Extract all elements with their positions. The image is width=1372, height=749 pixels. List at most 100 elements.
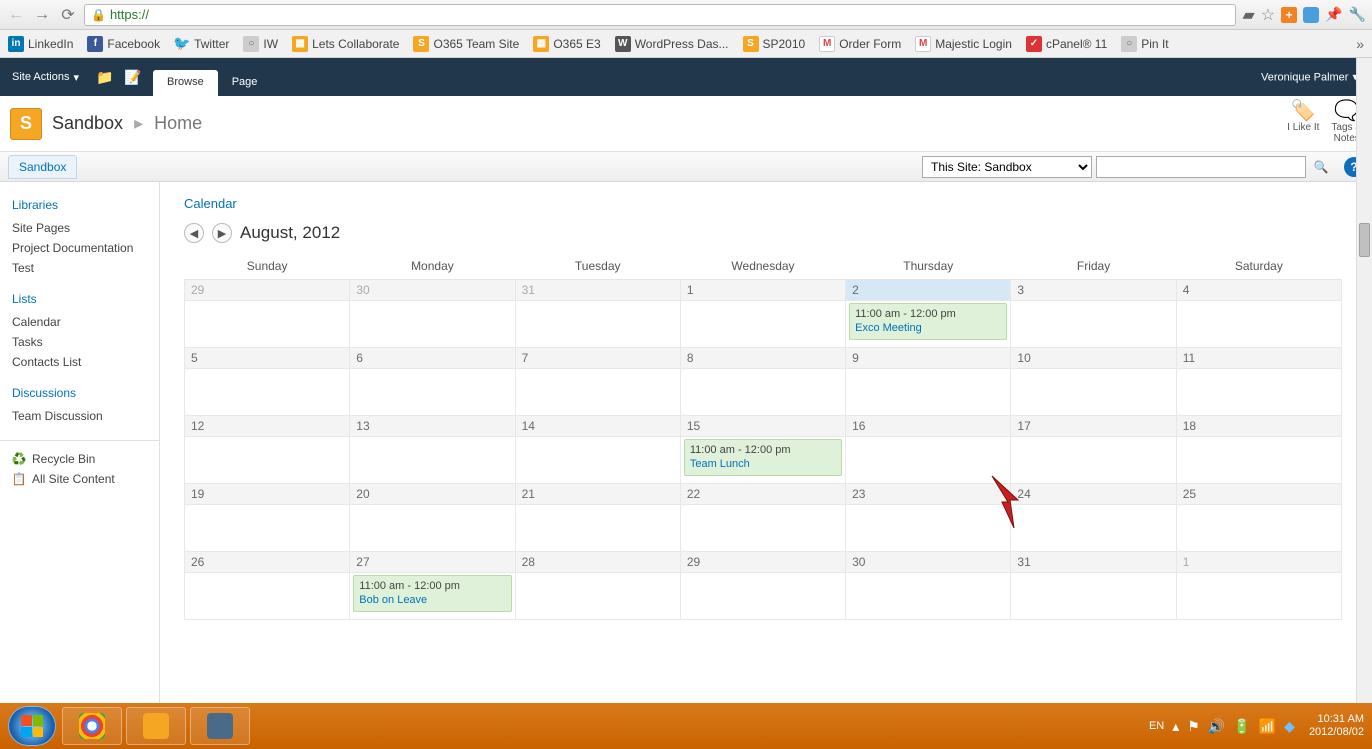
prev-month-button[interactable]: ◀ xyxy=(184,223,204,243)
calendar-cell[interactable]: 29 xyxy=(185,280,350,348)
tray-volume-icon[interactable]: 🔊 xyxy=(1208,718,1225,735)
calendar-cell[interactable]: 19 xyxy=(185,484,350,552)
tray-clock[interactable]: 10:31 AM 2012/08/02 xyxy=(1309,713,1364,739)
event-title[interactable]: Exco Meeting xyxy=(855,321,1001,335)
tray-flag-icon[interactable]: ⚑ xyxy=(1187,718,1200,735)
navigate-up-icon[interactable]: 📁 xyxy=(95,67,115,87)
calendar-cell[interactable]: 18 xyxy=(1176,416,1341,484)
search-scope-select[interactable]: This Site: Sandbox xyxy=(922,156,1092,178)
calendar-cell[interactable]: 30 xyxy=(846,552,1011,620)
bookmark-item[interactable]: ✓cPanel® 11 xyxy=(1026,36,1107,52)
nav-link[interactable]: Team Discussion xyxy=(12,406,159,426)
nav-link[interactable]: Tasks xyxy=(12,332,159,352)
bookmark-item[interactable]: SO365 Team Site xyxy=(413,36,519,52)
breadcrumb-site[interactable]: Sandbox xyxy=(52,113,123,133)
search-input[interactable] xyxy=(1096,156,1306,178)
nav-link[interactable]: Test xyxy=(12,258,159,278)
calendar-cell[interactable]: 16 xyxy=(846,416,1011,484)
address-bar[interactable]: 🔒 https:// xyxy=(84,4,1236,26)
nav-link[interactable]: Site Pages xyxy=(12,218,159,238)
calendar-event[interactable]: 11:00 am - 12:00 pmExco Meeting xyxy=(849,303,1007,340)
scrollbar-thumb[interactable] xyxy=(1359,223,1370,257)
taskbar-chrome[interactable] xyxy=(62,707,122,745)
taskbar-app[interactable] xyxy=(190,707,250,745)
forward-button[interactable]: → xyxy=(32,5,52,25)
bookmark-item[interactable]: MOrder Form xyxy=(819,36,901,52)
i-like-it-button[interactable]: 🏷️ I Like It xyxy=(1287,100,1319,144)
tray-network-icon[interactable]: 📶 xyxy=(1259,718,1276,735)
extension-icon[interactable] xyxy=(1303,7,1319,23)
nav-link[interactable]: Contacts List xyxy=(12,352,159,372)
site-actions-menu[interactable]: Site Actions ▾ xyxy=(0,65,91,90)
calendar-cell[interactable]: 211:00 am - 12:00 pmExco Meeting xyxy=(846,280,1011,348)
calendar-cell[interactable]: 9 xyxy=(846,348,1011,416)
calendar-cell[interactable]: 2711:00 am - 12:00 pmBob on Leave xyxy=(350,552,515,620)
bookmark-item[interactable]: WWordPress Das... xyxy=(615,36,729,52)
bookmark-star-icon[interactable]: ☆ xyxy=(1261,5,1275,25)
calendar-cell[interactable]: 25 xyxy=(1176,484,1341,552)
reload-button[interactable]: ⟳ xyxy=(58,5,78,25)
calendar-cell[interactable]: 14 xyxy=(515,416,680,484)
calendar-cell[interactable]: 17 xyxy=(1011,416,1176,484)
ribbon-tab-browse[interactable]: Browse xyxy=(153,70,218,96)
tray-battery-icon[interactable]: 🔋 xyxy=(1233,718,1250,735)
bookmark-item[interactable]: ▦O365 E3 xyxy=(533,36,600,52)
nav-util-link[interactable]: ♻️Recycle Bin xyxy=(12,449,159,469)
search-button[interactable]: 🔍 xyxy=(1310,156,1332,178)
calendar-cell[interactable]: 26 xyxy=(185,552,350,620)
calendar-cell[interactable]: 8 xyxy=(680,348,845,416)
next-month-button[interactable]: ▶ xyxy=(212,223,232,243)
site-logo-icon[interactable]: S xyxy=(10,108,42,140)
calendar-event[interactable]: 11:00 am - 12:00 pmTeam Lunch xyxy=(684,439,842,476)
calendar-cell[interactable]: 11 xyxy=(1176,348,1341,416)
start-button[interactable] xyxy=(8,706,56,746)
calendar-cell[interactable]: 4 xyxy=(1176,280,1341,348)
event-title[interactable]: Team Lunch xyxy=(690,457,836,471)
topnav-tab-sandbox[interactable]: Sandbox xyxy=(8,155,77,179)
calendar-cell[interactable]: 1511:00 am - 12:00 pmTeam Lunch xyxy=(680,416,845,484)
calendar-cell[interactable]: 10 xyxy=(1011,348,1176,416)
calendar-cell[interactable]: 29 xyxy=(680,552,845,620)
bookmark-item[interactable]: MMajestic Login xyxy=(915,36,1012,52)
calendar-cell[interactable]: 3 xyxy=(1011,280,1176,348)
calendar-cell[interactable]: 13 xyxy=(350,416,515,484)
bookmark-item[interactable]: ▦Lets Collaborate xyxy=(292,36,399,52)
calendar-cell[interactable]: 1 xyxy=(680,280,845,348)
nav-link[interactable]: Project Documentation xyxy=(12,238,159,258)
calendar-cell[interactable]: 23 xyxy=(846,484,1011,552)
addthis-icon[interactable]: + xyxy=(1281,7,1297,23)
calendar-cell[interactable]: 24 xyxy=(1011,484,1176,552)
nav-link[interactable]: Calendar xyxy=(12,312,159,332)
calendar-cell[interactable]: 21 xyxy=(515,484,680,552)
bookmark-item[interactable]: 🐦Twitter xyxy=(174,36,229,52)
calendar-cell[interactable]: 22 xyxy=(680,484,845,552)
edit-page-icon[interactable]: 📝 xyxy=(123,67,143,87)
event-title[interactable]: Bob on Leave xyxy=(359,593,505,607)
menu-wrench-icon[interactable]: 🔧 xyxy=(1349,6,1366,23)
back-button[interactable]: ← xyxy=(6,5,26,25)
calendar-cell[interactable]: 31 xyxy=(515,280,680,348)
calendar-cell[interactable]: 30 xyxy=(350,280,515,348)
calendar-cell[interactable]: 1 xyxy=(1176,552,1341,620)
calendar-cell[interactable]: 6 xyxy=(350,348,515,416)
bookmark-item[interactable]: ○IW xyxy=(243,36,278,52)
taskbar-outlook[interactable] xyxy=(126,707,186,745)
tray-lang[interactable]: EN xyxy=(1149,720,1164,732)
calendar-cell[interactable]: 28 xyxy=(515,552,680,620)
calendar-cell[interactable]: 5 xyxy=(185,348,350,416)
nav-util-link[interactable]: 📋All Site Content xyxy=(12,469,159,489)
ribbon-tab-page[interactable]: Page xyxy=(218,70,272,96)
bookmarks-overflow-icon[interactable]: » xyxy=(1356,36,1364,52)
calendar-cell[interactable]: 7 xyxy=(515,348,680,416)
vertical-scrollbar[interactable] xyxy=(1356,58,1372,703)
tray-show-hidden-icon[interactable]: ▴ xyxy=(1172,718,1179,735)
bookmark-item[interactable]: ○Pin It xyxy=(1121,36,1168,52)
calendar-cell[interactable]: 31 xyxy=(1011,552,1176,620)
calendar-event[interactable]: 11:00 am - 12:00 pmBob on Leave xyxy=(353,575,511,612)
chat-icon[interactable]: ▰ xyxy=(1242,5,1254,25)
tray-sync-icon[interactable]: ◆ xyxy=(1284,718,1295,735)
bookmark-item[interactable]: SSP2010 xyxy=(743,36,806,52)
calendar-cell[interactable]: 20 xyxy=(350,484,515,552)
bookmark-item[interactable]: inLinkedIn xyxy=(8,36,73,52)
bookmark-item[interactable]: fFacebook xyxy=(87,36,160,52)
